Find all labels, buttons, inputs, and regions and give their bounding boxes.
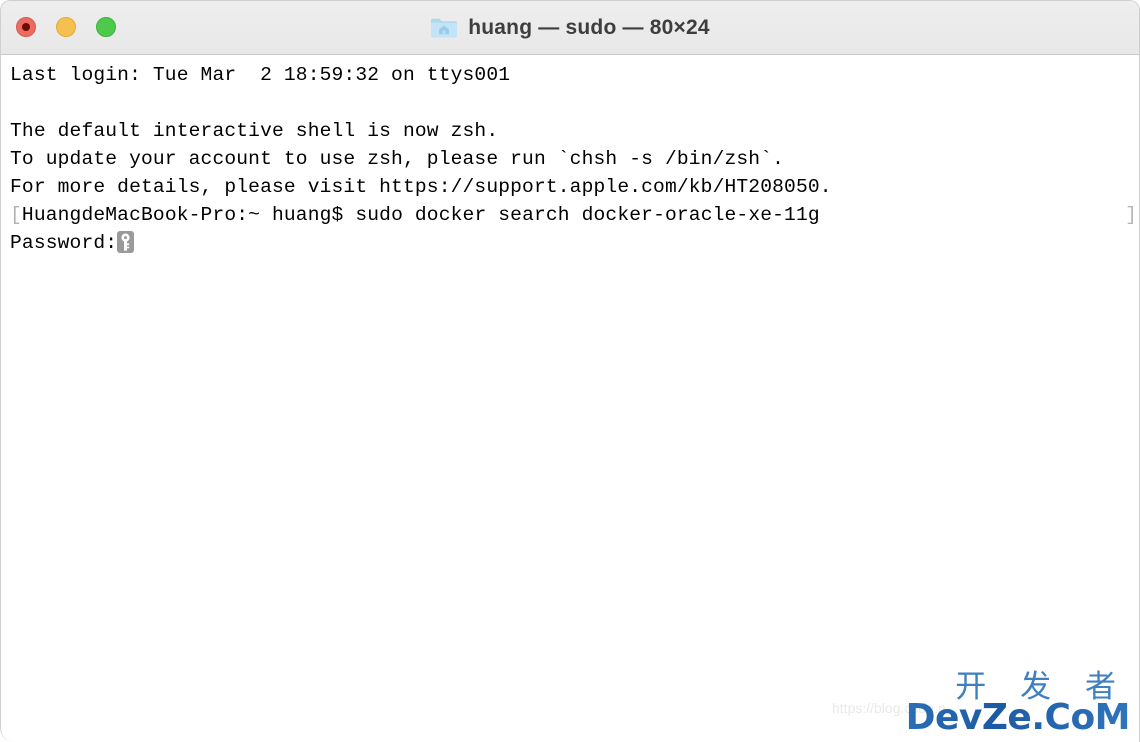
close-icon [22, 23, 30, 31]
close-button[interactable] [16, 17, 36, 37]
terminal-content[interactable]: Last login: Tue Mar 2 18:59:32 on ttys00… [0, 55, 1140, 742]
window-title: huang — sudo — 80×24 [468, 15, 710, 39]
terminal-line-password: Password: [0, 229, 1140, 257]
terminal-line-shell-notice-2: To update your account to use zsh, pleas… [10, 148, 785, 170]
window-title-group: huang — sudo — 80×24 [0, 0, 1140, 55]
terminal-line-command: [HuangdeMacBook-Pro:~ huang$ sudo docker… [0, 201, 1140, 229]
terminal-line-shell-notice-1: The default interactive shell is now zsh… [10, 120, 499, 142]
window-controls [16, 17, 116, 37]
shell-command: sudo docker search docker-oracle-xe-11g [355, 204, 820, 226]
minimize-button[interactable] [56, 17, 76, 37]
terminal-window: huang — sudo — 80×24 Last login: Tue Mar… [0, 0, 1140, 742]
password-prompt-label: Password: [10, 232, 118, 254]
maximize-button[interactable] [96, 17, 116, 37]
shell-prompt: HuangdeMacBook-Pro:~ huang$ [21, 204, 356, 226]
window-titlebar[interactable]: huang — sudo — 80×24 [0, 0, 1140, 55]
prompt-right-bracket: ] [1125, 204, 1137, 226]
terminal-line-login: Last login: Tue Mar 2 18:59:32 on ttys00… [10, 64, 511, 86]
prompt-left-bracket: [ [10, 204, 22, 226]
key-icon [117, 231, 135, 253]
terminal-line-shell-notice-3: For more details, please visit https://s… [10, 176, 832, 198]
home-folder-icon [430, 16, 458, 40]
